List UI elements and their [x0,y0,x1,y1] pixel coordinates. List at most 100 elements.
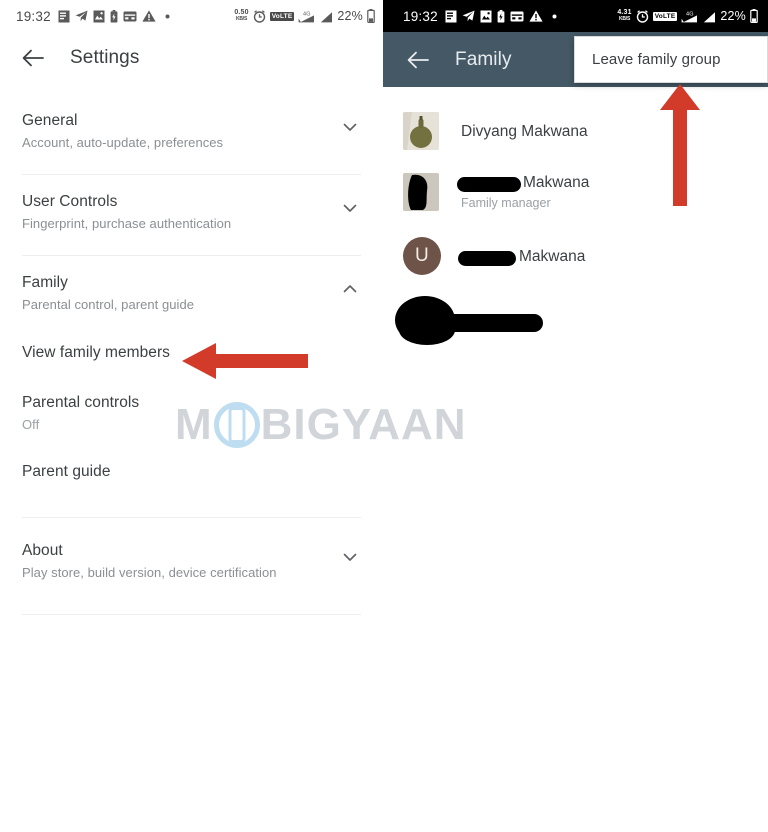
screenshot-root: 19:32 0.50 KB/S VoLTE 4G 22% Settings Ge… [0,0,768,832]
list-divider [22,174,361,175]
settings-row-title: User Controls [22,193,118,210]
signal-bars-sim1-icon: 4G [681,10,699,23]
list-item-texts: Divyang Makwana [461,121,588,142]
settings-row-texts: About Play store, build version, device … [22,540,339,582]
chevron-up-icon[interactable] [339,278,361,300]
telegram-icon [462,10,475,22]
alarm-icon [636,9,649,23]
avatar: U [403,237,441,275]
settings-row-texts: Parent guide [22,461,361,482]
status-bar-clock: 19:32 [403,8,438,24]
list-item[interactable] [383,286,768,364]
battery-saver-icon [497,9,505,23]
settings-row-texts: Family Parental control, parent guide [22,272,339,314]
svg-text:4G: 4G [686,11,694,17]
settings-row-subtitle: Fingerprint, purchase authentication [22,216,232,231]
volte-badge: VoLTE [652,11,678,21]
svg-text:4G: 4G [303,11,311,17]
list-divider [22,517,361,518]
data-rate-indicator: 0.50 KB/S [234,9,249,22]
overflow-popup-menu: Leave family group [574,36,768,83]
member-role: Family manager [461,196,551,210]
chevron-down-icon[interactable] [339,546,361,568]
settings-row-about[interactable]: About Play store, build version, device … [0,524,383,592]
settings-row-title: General [22,112,78,129]
dot-icon [165,14,170,19]
settings-row-title: Family [22,274,68,291]
member-name: Makwana [458,248,585,266]
warning-icon [142,10,156,22]
chevron-down-icon[interactable] [339,116,361,138]
signal-bars-sim2-icon [703,10,716,23]
left-phone-screen: 19:32 0.50 KB/S VoLTE 4G 22% Settings Ge… [0,0,383,832]
status-bar-notification-icons [58,9,170,23]
warning-icon [529,10,543,22]
battery-saver-icon [110,9,118,23]
status-bar-clock: 19:32 [16,8,51,24]
dot-icon [552,14,557,19]
settings-row-subtitle: Off [22,417,40,432]
list-item[interactable]: Makwana Family manager [383,161,768,223]
chevron-down-icon[interactable] [339,197,361,219]
avatar [403,173,439,211]
status-bar-right: 19:32 4.31 KB/S VoLTE 4G 22% [383,0,768,32]
settings-row-family[interactable]: Family Parental control, parent guide [0,262,383,324]
list-divider [22,614,361,615]
redaction-mark [457,177,521,192]
battery-icon [367,9,375,23]
settings-row-parent-guide[interactable]: Parent guide [0,447,383,495]
settings-row-subtitle: Parental control, parent guide [22,297,195,312]
settings-app-bar: Settings [0,32,383,84]
list-item-texts: Makwana Family manager [457,172,589,212]
battery-percent-label: 22% [337,9,363,23]
battery-icon [750,9,758,23]
list-item[interactable]: U Makwana [383,223,768,286]
photos-icon [480,10,492,23]
settings-row-title: About [22,542,63,559]
member-name: Makwana [457,174,589,192]
redaction-blob [395,296,555,353]
telegram-icon [75,10,88,22]
page-title: Family [455,48,512,70]
avatar [403,112,439,150]
back-arrow-icon[interactable] [403,45,433,75]
status-bar-system-icons: 0.50 KB/S VoLTE 4G 22% [234,9,375,23]
list-divider [22,255,361,256]
settings-row-subtitle: Account, auto-update, preferences [22,135,224,150]
settings-row-general[interactable]: General Account, auto-update, preference… [0,100,383,162]
family-members-list: Divyang Makwana Makwana Family manager U [383,87,768,364]
back-arrow-icon[interactable] [18,43,48,73]
document-icon [445,10,457,23]
photos-icon [93,10,105,23]
alarm-icon [253,9,266,23]
status-bar-left: 19:32 0.50 KB/S VoLTE 4G 22% [0,0,383,32]
arrow-leave-family-group [658,84,702,211]
member-name: Divyang Makwana [461,122,588,140]
settings-row-title: Parent guide [22,463,111,480]
list-item[interactable]: Divyang Makwana [383,101,768,161]
family-app-bar: Family Leave family group [383,32,768,87]
settings-row-title: Parental controls [22,394,140,411]
card-icon [123,11,137,22]
document-icon [58,10,70,23]
card-icon [510,11,524,22]
arrow-view-family-members [182,341,308,386]
settings-row-texts: General Account, auto-update, preference… [22,110,339,152]
settings-row-parental-controls[interactable]: Parental controls Off [0,376,383,447]
menu-item-leave-family-group[interactable]: Leave family group [592,51,721,68]
signal-bars-sim1-icon: 4G [298,10,316,23]
volte-badge: VoLTE [269,11,295,21]
settings-row-texts: Parental controls Off [22,392,361,434]
data-rate-indicator: 4.31 KB/S [617,9,632,22]
settings-row-user-controls[interactable]: User Controls Fingerprint, purchase auth… [0,181,383,243]
battery-percent-label: 22% [720,9,746,23]
page-title: Settings [70,47,140,68]
settings-row-subtitle: Play store, build version, device certif… [22,565,277,580]
signal-bars-sim2-icon [320,10,333,23]
redaction-mark [458,250,516,266]
status-bar-system-icons: 4.31 KB/S VoLTE 4G 22% [617,9,758,23]
right-phone-screen: 19:32 4.31 KB/S VoLTE 4G 22% Family Leav… [383,0,768,832]
status-bar-notification-icons [445,9,557,23]
settings-row-texts: User Controls Fingerprint, purchase auth… [22,191,339,233]
list-item-texts: Makwana [458,246,585,267]
